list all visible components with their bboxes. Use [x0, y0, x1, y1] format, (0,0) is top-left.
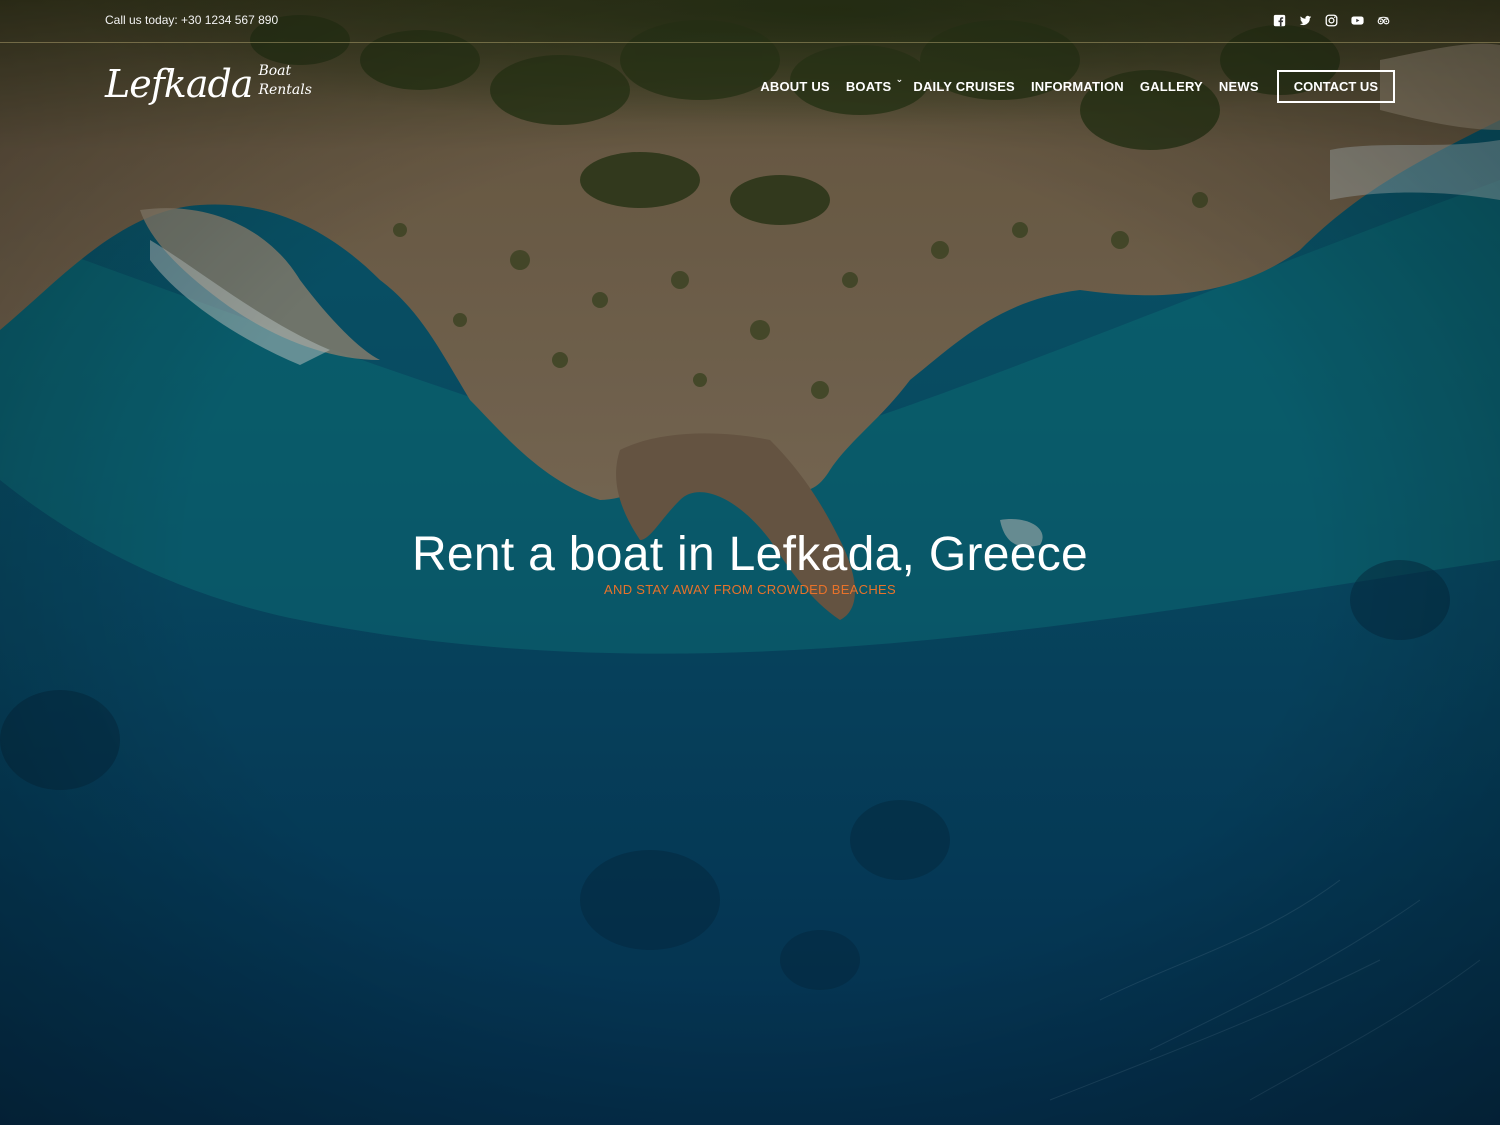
hero-section: Call us today: +30 1234 567 890 Lefkada …	[0, 0, 1500, 1125]
main-nav: ABOUT US BOATS ⌄ DAILY CRUISES INFORMATIO…	[744, 70, 1395, 103]
top-bar: Call us today: +30 1234 567 890	[0, 0, 1500, 43]
twitter-icon[interactable]	[1298, 13, 1312, 27]
nav-item-about-us[interactable]: ABOUT US	[760, 79, 830, 94]
logo-sub-line1: Boat	[258, 63, 292, 79]
nav-item-information[interactable]: INFORMATION	[1031, 79, 1124, 94]
logo-subtitle: Boat Rentals	[258, 62, 311, 100]
chevron-down-icon: ⌄	[895, 74, 904, 84]
nav-item-news[interactable]: NEWS	[1219, 79, 1259, 94]
nav-item-boats[interactable]: BOATS ⌄	[845, 74, 903, 94]
phone-number[interactable]: Call us today: +30 1234 567 890	[105, 13, 278, 27]
logo-sub-line2: Rentals	[258, 82, 312, 98]
logo-main-text: Lefkada	[105, 62, 253, 106]
nav-item-daily-cruises[interactable]: DAILY CRUISES	[913, 79, 1015, 94]
nav-item-gallery[interactable]: GALLERY	[1140, 79, 1203, 94]
youtube-icon[interactable]	[1350, 13, 1364, 27]
nav-item-boats-label: BOATS	[845, 79, 892, 94]
facebook-icon[interactable]	[1272, 13, 1286, 27]
social-links	[1272, 13, 1390, 27]
instagram-icon[interactable]	[1324, 13, 1338, 27]
hero-subtitle: AND STAY AWAY FROM CROWDED BEACHES	[604, 582, 896, 597]
contact-us-button[interactable]: CONTACT US	[1276, 70, 1395, 103]
hero-title: Rent a boat in Lefkada, Greece	[411, 528, 1089, 581]
site-logo[interactable]: Lefkada Boat Rentals	[105, 62, 312, 106]
tripadvisor-icon[interactable]	[1376, 13, 1390, 27]
